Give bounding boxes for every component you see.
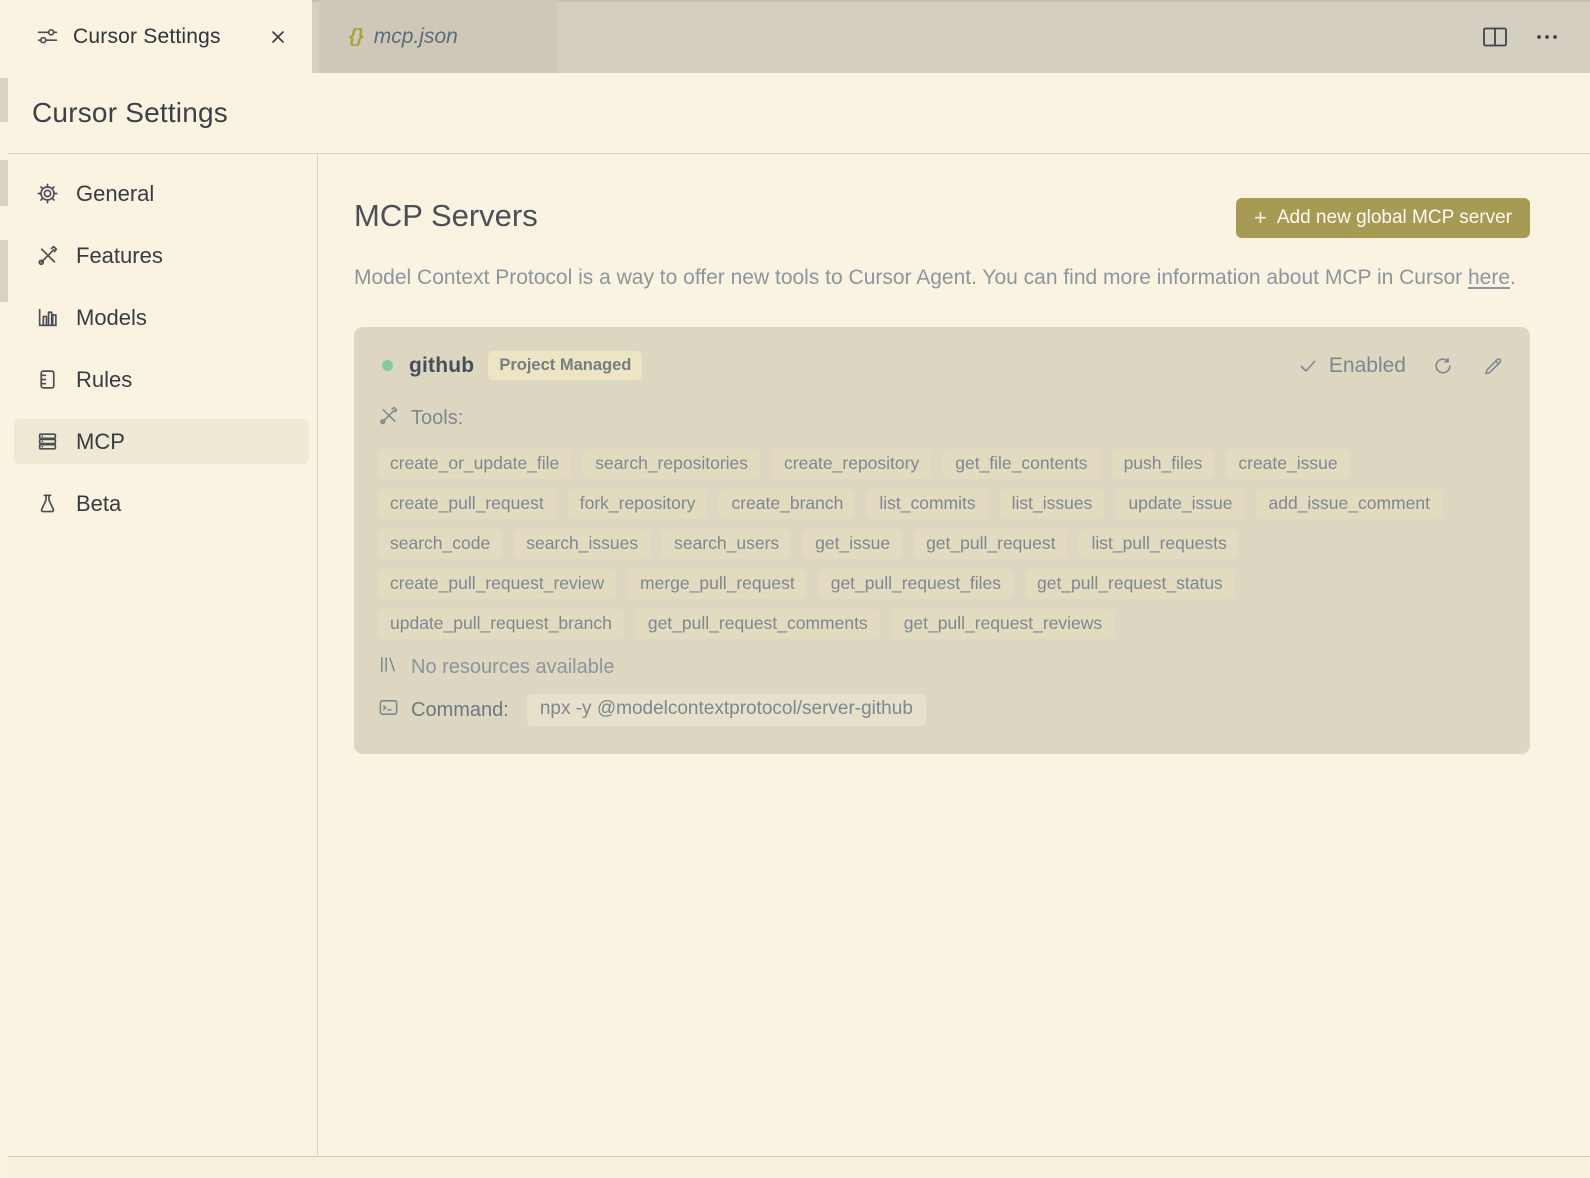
tool-tag: search_repositories bbox=[583, 449, 761, 479]
tool-tag: add_issue_comment bbox=[1256, 489, 1442, 519]
tab-cursor-settings[interactable]: Cursor Settings bbox=[8, 0, 312, 73]
tool-tag: update_issue bbox=[1116, 489, 1245, 519]
here-link[interactable]: here bbox=[1468, 266, 1510, 289]
tool-tag-rows: create_or_update_file search_repositories… bbox=[378, 449, 1506, 639]
add-button-label: Add new global MCP server bbox=[1276, 207, 1512, 228]
tool-tag: create_or_update_file bbox=[378, 449, 572, 479]
mcp-settings-panel: MCP Servers + Add new global MCP server … bbox=[319, 154, 1590, 1156]
page-header: Cursor Settings bbox=[0, 73, 1590, 153]
left-edge-sliver bbox=[0, 78, 8, 122]
bar-chart-icon bbox=[36, 306, 59, 329]
description-suffix: . bbox=[1510, 266, 1516, 289]
left-edge-sliver bbox=[0, 240, 8, 302]
tool-tag: search_users bbox=[662, 529, 792, 559]
tool-tag: search_code bbox=[378, 529, 503, 559]
section-description: Model Context Protocol is a way to offer… bbox=[354, 260, 1530, 295]
tool-tag: get_file_contents bbox=[943, 449, 1100, 479]
mcp-server-card: github Project Managed Enabled Tools: cr… bbox=[354, 327, 1530, 754]
left-edge-sliver bbox=[0, 0, 8, 1178]
tool-tag: create_repository bbox=[772, 449, 932, 479]
tool-tag: get_pull_request_reviews bbox=[891, 609, 1115, 639]
ruled-page-icon bbox=[36, 368, 59, 391]
tool-tag: create_branch bbox=[719, 489, 856, 519]
left-edge-sliver bbox=[0, 160, 8, 206]
tool-tag-row: create_pull_request fork_repository create… bbox=[378, 489, 1506, 519]
sidebar-item-beta[interactable]: Beta bbox=[14, 481, 309, 526]
tool-tag: get_pull_request_status bbox=[1024, 569, 1235, 599]
sidebar-item-general[interactable]: General bbox=[14, 171, 309, 216]
tools-label: Tools: bbox=[411, 406, 464, 429]
settings-sidebar: General Features Models Rules MCP Beta bbox=[0, 154, 318, 1156]
tool-tag: get_pull_request bbox=[914, 529, 1068, 559]
tool-tag: get_pull_request_files bbox=[818, 569, 1013, 599]
sidebar-item-label: Models bbox=[76, 304, 147, 330]
more-actions-icon[interactable] bbox=[1532, 22, 1562, 52]
status-bar-strip bbox=[0, 1156, 1590, 1178]
page-title: Cursor Settings bbox=[32, 97, 228, 128]
tool-tag: list_pull_requests bbox=[1079, 529, 1239, 559]
tool-tag: fork_repository bbox=[567, 489, 708, 519]
tool-tag-row: create_or_update_file search_repositories… bbox=[378, 449, 1506, 479]
flask-icon bbox=[36, 492, 59, 515]
tab-label: Cursor Settings bbox=[73, 24, 221, 48]
sliders-icon bbox=[36, 25, 59, 48]
server-name: github bbox=[409, 353, 475, 377]
tool-tag: create_pull_request_review bbox=[378, 569, 617, 599]
tool-tag: list_commits bbox=[867, 489, 988, 519]
tab-label: mcp.json bbox=[373, 24, 458, 48]
tool-tag: search_issues bbox=[514, 529, 651, 559]
tool-tag: create_pull_request bbox=[378, 489, 556, 519]
edit-pencil-icon[interactable] bbox=[1480, 353, 1506, 379]
tab-mcp-json[interactable]: {} mcp.json bbox=[319, 0, 557, 73]
tool-tag: get_issue bbox=[803, 529, 903, 559]
enabled-toggle[interactable]: Enabled bbox=[1297, 354, 1406, 378]
plus-icon: + bbox=[1253, 205, 1267, 230]
enabled-label: Enabled bbox=[1328, 353, 1406, 377]
tool-tag: list_issues bbox=[999, 489, 1105, 519]
tool-tag: get_pull_request_comments bbox=[635, 609, 880, 639]
sidebar-item-mcp[interactable]: MCP bbox=[14, 419, 309, 464]
split-editor-icon[interactable] bbox=[1480, 22, 1510, 52]
sidebar-item-label: Rules bbox=[76, 366, 133, 392]
tool-tag-row: create_pull_request_review merge_pull_req… bbox=[378, 569, 1506, 599]
section-title: MCP Servers bbox=[354, 198, 538, 233]
tool-tag: update_pull_request_branch bbox=[378, 609, 624, 639]
sidebar-item-label: Features bbox=[76, 242, 163, 268]
sidebar-item-label: Beta bbox=[76, 490, 122, 516]
resources-text: No resources available bbox=[411, 655, 615, 678]
tool-tag-row: search_code search_issues search_users get_… bbox=[378, 529, 1506, 559]
sidebar-item-rules[interactable]: Rules bbox=[14, 357, 309, 402]
close-icon[interactable] bbox=[264, 23, 292, 51]
project-managed-badge: Project Managed bbox=[488, 351, 643, 380]
editor-tab-bar: Cursor Settings {} mcp.json bbox=[8, 0, 1590, 73]
tool-tag: merge_pull_request bbox=[628, 569, 807, 599]
tools-icon bbox=[378, 405, 399, 431]
sidebar-item-label: MCP bbox=[76, 428, 125, 454]
tab-bar-actions bbox=[1480, 0, 1562, 73]
library-icon bbox=[378, 654, 399, 680]
refresh-icon[interactable] bbox=[1430, 353, 1456, 379]
add-global-mcp-server-button[interactable]: + Add new global MCP server bbox=[1235, 198, 1530, 238]
sidebar-item-models[interactable]: Models bbox=[14, 295, 309, 340]
command-value: npx -y @modelcontextprotocol/server-gith… bbox=[526, 694, 926, 726]
terminal-icon bbox=[378, 697, 399, 723]
description-text: Model Context Protocol is a way to offer… bbox=[354, 266, 1468, 289]
tool-tag-row: update_pull_request_branch get_pull_reque… bbox=[378, 609, 1506, 639]
check-icon bbox=[1300, 360, 1316, 372]
server-stack-icon bbox=[36, 430, 59, 453]
gear-icon bbox=[36, 182, 59, 205]
tool-tag: create_issue bbox=[1226, 449, 1350, 479]
command-label: Command: bbox=[411, 698, 509, 721]
sidebar-item-features[interactable]: Features bbox=[14, 233, 309, 278]
json-braces-icon: {} bbox=[349, 25, 364, 47]
sidebar-item-label: General bbox=[76, 180, 155, 206]
tool-tag: push_files bbox=[1111, 449, 1215, 479]
tools-icon bbox=[36, 244, 59, 267]
server-status-dot bbox=[382, 360, 393, 371]
